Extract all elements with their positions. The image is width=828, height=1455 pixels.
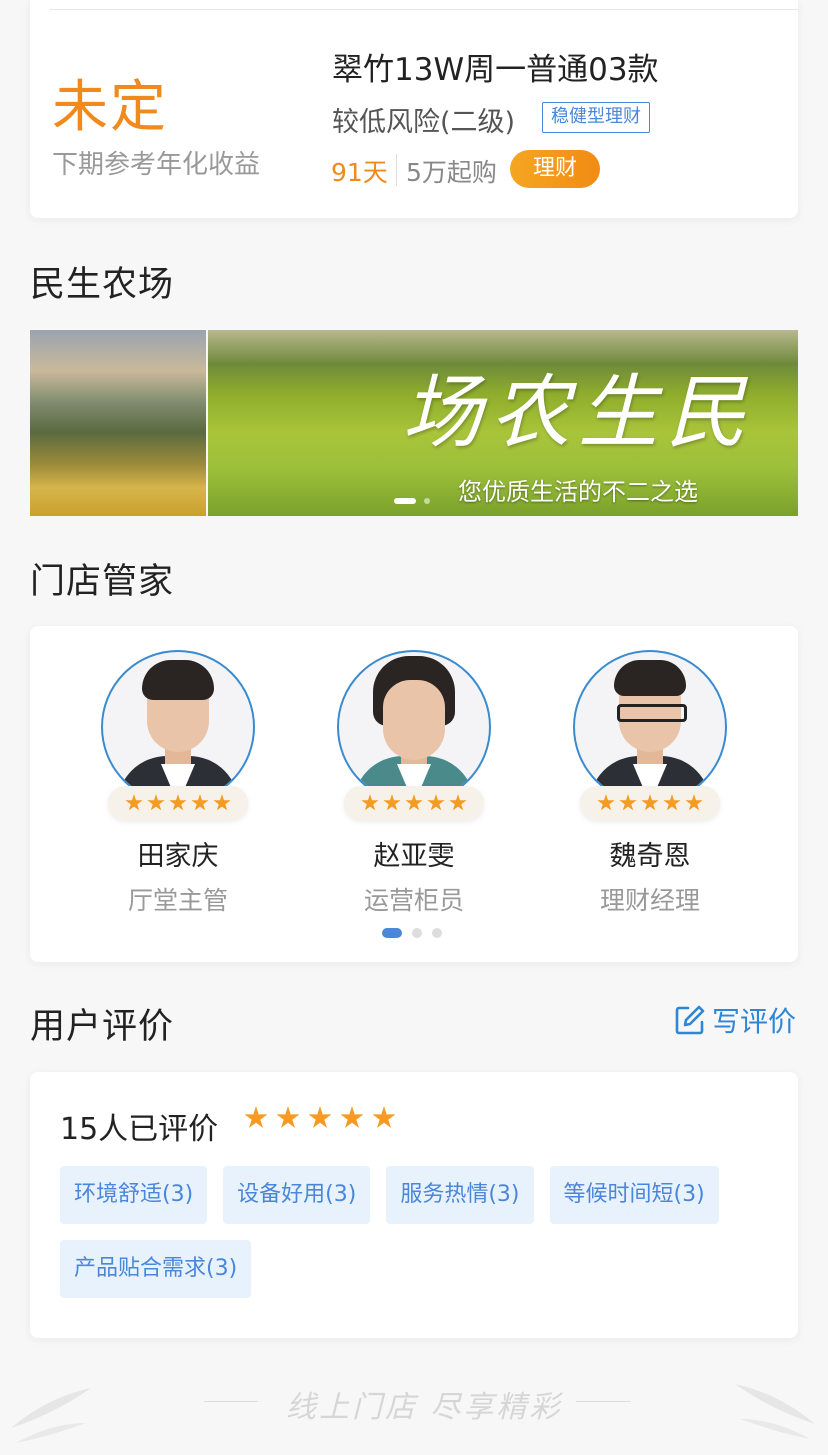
- section-title-staff: 门店管家: [30, 562, 175, 602]
- product-term: 91天: [331, 158, 388, 187]
- section-title-reviews: 用户评价: [30, 1007, 175, 1047]
- staff-member[interactable]: 赵亚雯 运营柜员: [314, 650, 514, 917]
- product-min-purchase: 5万起购: [406, 158, 497, 187]
- star-icon: [597, 794, 615, 811]
- star-icon: [340, 1106, 364, 1128]
- staff-role: 运营柜员: [363, 886, 464, 915]
- edit-icon: [674, 1004, 706, 1036]
- bamboo-leaf-icon: [735, 1384, 815, 1439]
- farm-banner[interactable]: 场农生民 您优质生活的不二之选: [30, 330, 798, 516]
- bamboo-leaf-icon: [11, 1388, 91, 1443]
- star-icon: [169, 794, 187, 811]
- write-review-label: 写评价: [711, 1005, 796, 1038]
- star-icon: [685, 794, 703, 811]
- banner-image-hills: [30, 330, 206, 516]
- pagination-dot-active: [394, 498, 416, 504]
- staff-card: 田家庆 厅堂主管 赵亚雯 运营柜员 魏奇恩 理财经理: [30, 626, 798, 962]
- star-icon: [663, 794, 681, 811]
- review-tag[interactable]: 设备好用(3): [223, 1166, 371, 1224]
- pagination-dot-active: [382, 928, 402, 938]
- section-title-farm: 民生农场: [30, 265, 175, 305]
- banner-calligraphy: 场农生民: [402, 366, 754, 459]
- staff-name: 赵亚雯: [373, 841, 455, 872]
- star-icon: [125, 794, 143, 811]
- review-tag[interactable]: 环境舒适(3): [60, 1166, 208, 1224]
- staff-name: 魏奇恩: [609, 841, 691, 872]
- wealth-button[interactable]: 理财: [510, 150, 600, 188]
- star-icon: [427, 794, 445, 811]
- review-count: 15人已评价: [60, 1112, 219, 1147]
- rating-stars: [344, 786, 484, 820]
- review-card: 15人已评价 环境舒适(3) 设备好用(3) 服务热情(3) 等候时间短(3) …: [30, 1072, 798, 1338]
- avatar: [337, 650, 491, 804]
- product-risk: 较低风险(二级): [332, 107, 516, 138]
- divider: [396, 154, 397, 186]
- staff-name: 田家庆: [137, 841, 219, 872]
- star-icon: [147, 794, 165, 811]
- avatar: [101, 650, 255, 804]
- star-icon: [641, 794, 659, 811]
- product-card[interactable]: 未定 下期参考年化收益 翠竹13W周一普通03款 较低风险(二级) 稳健型理财 …: [30, 0, 798, 218]
- star-icon: [383, 794, 401, 811]
- divider: [576, 1401, 630, 1402]
- review-tag[interactable]: 等候时间短(3): [549, 1166, 719, 1224]
- staff-role: 厅堂主管: [127, 886, 228, 915]
- pagination-dot: [412, 928, 422, 938]
- rating-stars: [580, 786, 720, 820]
- star-icon: [405, 794, 423, 811]
- star-icon: [361, 794, 379, 811]
- product-rate: 未定: [52, 75, 168, 140]
- review-tag[interactable]: 产品贴合需求(3): [60, 1240, 252, 1298]
- footer-slogan: 线上门店 尽享精彩: [286, 1390, 563, 1425]
- staff-member[interactable]: 魏奇恩 理财经理: [550, 650, 750, 917]
- staff-pagination: [382, 928, 442, 938]
- star-icon: [372, 1106, 396, 1128]
- review-tag[interactable]: 服务热情(3): [386, 1166, 534, 1224]
- rating-stars: [108, 786, 248, 820]
- staff-role: 理财经理: [599, 886, 700, 915]
- avatar: [573, 650, 727, 804]
- banner-pagination: [394, 498, 430, 504]
- pagination-dot: [424, 498, 430, 504]
- banner-subtitle: 您优质生活的不二之选: [458, 478, 698, 506]
- footer: 线上门店 尽享精彩: [0, 1360, 828, 1455]
- star-icon: [308, 1106, 332, 1128]
- review-tags: 环境舒适(3) 设备好用(3) 服务热情(3) 等候时间短(3) 产品贴合需求(…: [60, 1166, 780, 1298]
- star-icon: [191, 794, 209, 811]
- star-icon: [449, 794, 467, 811]
- rating-stars: [244, 1106, 396, 1130]
- star-icon: [619, 794, 637, 811]
- star-icon: [276, 1106, 300, 1128]
- divider: [204, 1401, 258, 1402]
- star-icon: [244, 1106, 268, 1128]
- product-rate-label: 下期参考年化收益: [52, 150, 261, 180]
- write-review-button[interactable]: 写评价: [674, 1000, 796, 1040]
- glasses-icon: [617, 704, 687, 722]
- star-icon: [213, 794, 231, 811]
- staff-member[interactable]: 田家庆 厅堂主管: [78, 650, 278, 917]
- pagination-dot: [432, 928, 442, 938]
- product-type-tag: 稳健型理财: [542, 102, 650, 133]
- divider: [50, 9, 798, 10]
- product-title: 翠竹13W周一普通03款: [332, 52, 659, 88]
